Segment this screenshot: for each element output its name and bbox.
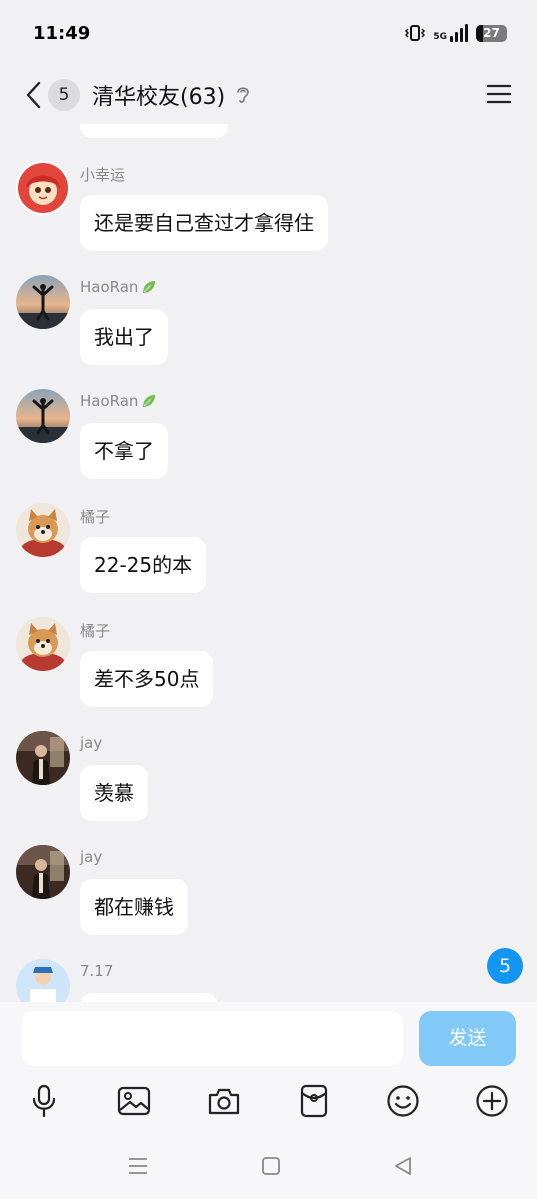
sender-name[interactable]: 7.17 — [80, 962, 113, 980]
vibrate-icon — [405, 25, 426, 41]
microphone-icon[interactable] — [21, 1078, 67, 1124]
chevron-left-icon — [26, 81, 41, 109]
avatar[interactable] — [16, 617, 70, 671]
avatar[interactable] — [16, 845, 70, 899]
menu-icon[interactable] — [123, 1152, 153, 1180]
hamburger-icon — [486, 84, 512, 104]
message-bubble[interactable]: 不拿了 — [80, 423, 168, 479]
emoji-icon[interactable] — [380, 1078, 426, 1124]
new-messages-badge[interactable]: 5 — [487, 948, 523, 984]
sender-name[interactable]: jay — [80, 848, 102, 866]
unread-count-badge[interactable]: 5 — [48, 79, 80, 111]
send-button[interactable]: 发送 — [419, 1011, 516, 1066]
network-indicator: 5G — [433, 24, 468, 42]
plus-icon[interactable] — [469, 1078, 515, 1124]
camera-icon[interactable] — [201, 1078, 247, 1124]
image-icon[interactable] — [111, 1078, 157, 1124]
status-time: 11:49 — [33, 22, 91, 44]
avatar[interactable] — [16, 959, 70, 1002]
sender-name[interactable]: 橘子 — [80, 620, 110, 641]
home-icon[interactable] — [256, 1152, 286, 1180]
back-icon[interactable] — [388, 1152, 418, 1180]
message-bubble[interactable]: 差不多50点 — [80, 651, 214, 707]
message-item: HaoRan 我出了 — [16, 275, 516, 385]
message-bubble[interactable]: 都在赚钱 — [80, 879, 188, 935]
message-list[interactable]: 小幸运 还是要自己查过才拿得住 HaoRan 我出了 HaoRan 不拿了 橘子… — [0, 124, 537, 1002]
message-item: 小幸运 还是要自己查过才拿得住 — [16, 161, 516, 271]
message-bubble[interactable]: 还是要自己查过才拿得住 — [80, 195, 328, 251]
message-item: HaoRan 不拿了 — [16, 389, 516, 499]
red-packet-icon[interactable] — [291, 1078, 337, 1124]
message-item: 橘子 22-25的本 — [16, 503, 516, 613]
page-title[interactable]: 清华校友(63) — [92, 79, 225, 111]
sender-name[interactable]: HaoRan — [80, 278, 157, 296]
message-item: jay 羡慕 — [16, 731, 516, 841]
system-nav-bar — [0, 1148, 537, 1184]
avatar[interactable] — [16, 275, 70, 329]
avatar[interactable] — [16, 389, 70, 443]
message-item: 7.17 — [16, 959, 516, 1002]
chat-header: 5 清华校友(63) — [0, 66, 537, 124]
avatar[interactable] — [16, 731, 70, 785]
sender-name[interactable]: 小幸运 — [80, 164, 125, 185]
message-bubble[interactable]: 我出了 — [80, 309, 168, 365]
message-input[interactable] — [22, 1011, 403, 1066]
signal-icon — [450, 24, 468, 42]
message-bubble[interactable]: 22-25的本 — [80, 537, 207, 593]
leaf-icon — [143, 395, 156, 407]
sender-name[interactable]: 橘子 — [80, 506, 110, 527]
sender-name[interactable]: jay — [80, 734, 102, 752]
message-bubble[interactable] — [80, 993, 218, 1002]
status-icons: 5G 27 — [405, 24, 507, 42]
message-bubble[interactable]: 羡慕 — [80, 765, 148, 821]
message-bubble[interactable] — [80, 124, 228, 138]
battery-level: 27 — [483, 25, 500, 40]
message-item: jay 都在赚钱 — [16, 845, 516, 955]
sender-name[interactable]: HaoRan — [80, 392, 157, 410]
network-type: 5G — [433, 32, 447, 42]
battery-icon: 27 — [476, 24, 507, 42]
avatar[interactable] — [16, 503, 70, 557]
menu-button[interactable] — [485, 80, 513, 108]
composer-toolbar — [0, 1078, 537, 1124]
leaf-icon — [143, 281, 156, 293]
ear-icon[interactable] — [235, 84, 251, 106]
message-item: 橘子 差不多50点 — [16, 617, 516, 727]
composer: 发送 — [0, 1002, 537, 1199]
status-bar: 11:49 5G 27 — [0, 0, 537, 66]
avatar[interactable] — [16, 161, 70, 215]
